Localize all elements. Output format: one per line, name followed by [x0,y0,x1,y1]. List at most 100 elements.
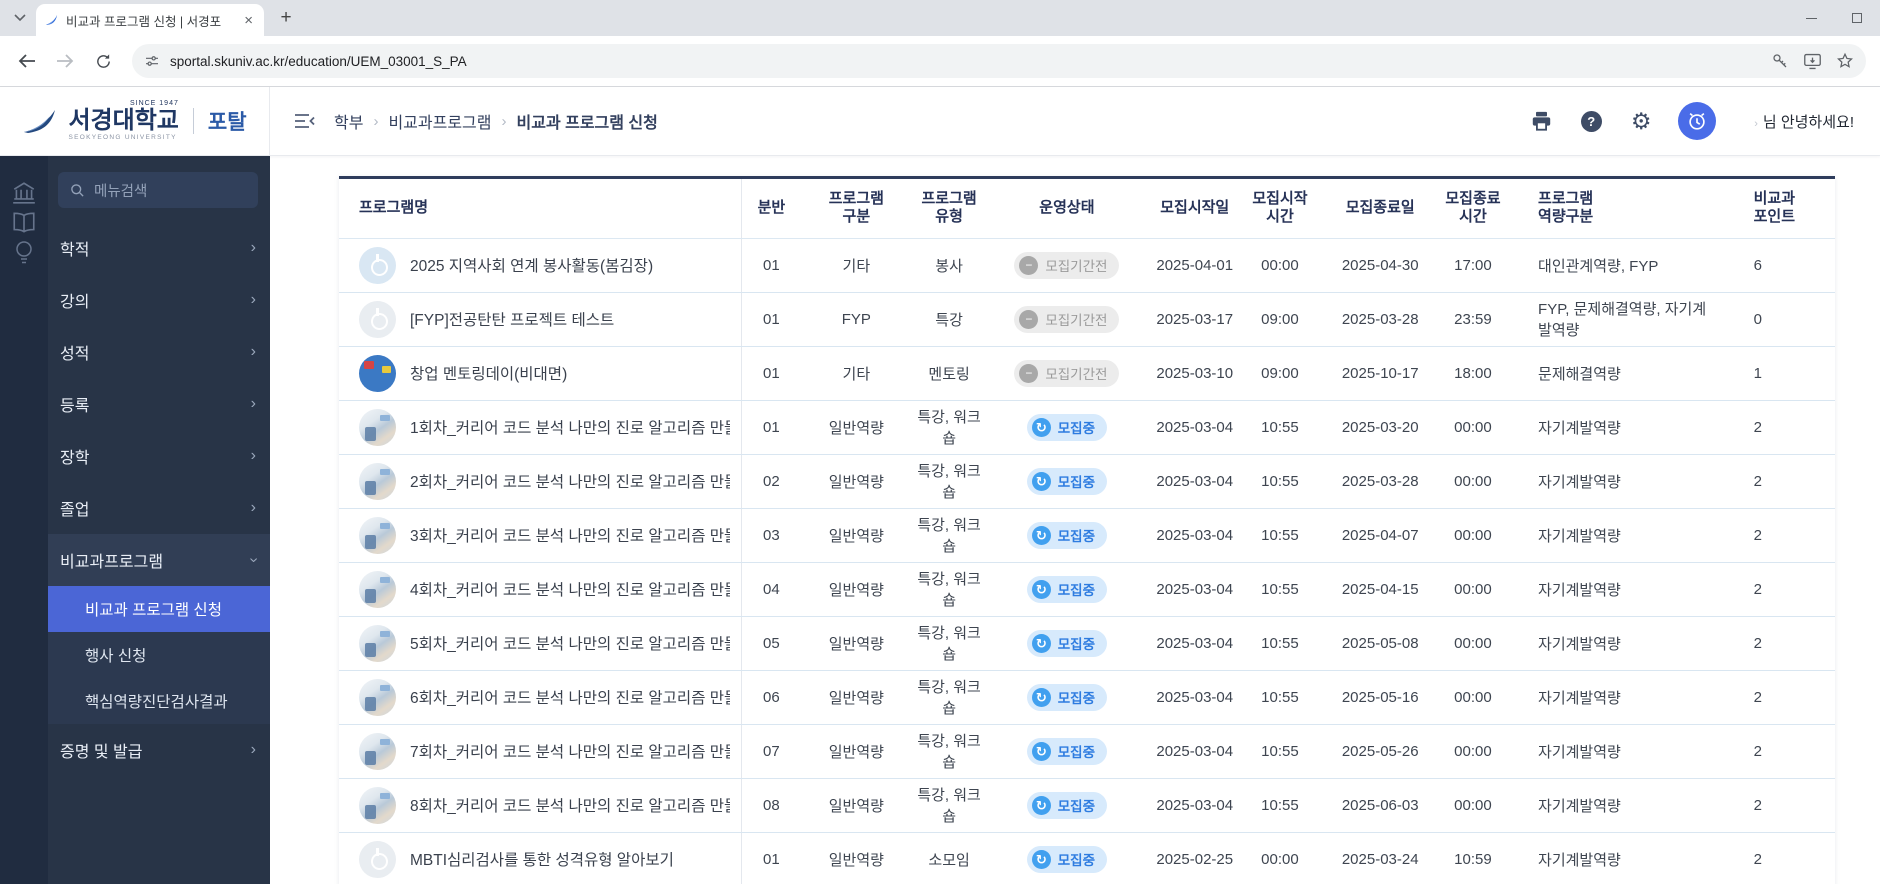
program-name-cell[interactable]: MBTI심리검사를 통한 성격유형 알아보기 [339,832,742,884]
sidebar-subitem[interactable]: 행사 신청 [48,632,270,678]
table-row[interactable]: 2025 지역사회 연계 봉사활동(봄김장) 01 기타 봉사 − 모집기간전 2025-0… [339,238,1835,293]
window-restore-button[interactable] [1834,0,1880,36]
window-minimize-button[interactable] [1788,0,1834,36]
help-icon[interactable]: ? [1578,108,1604,134]
table-row[interactable]: 2회차_커리어 코드 분석 나만의 진로 알고리즘 만들기 [E… 02일반역량특… [339,454,1835,509]
address-bar[interactable]: sportal.skuniv.ac.kr/education/UEM_03001… [132,44,1866,78]
program-name-cell[interactable]: 창업 멘토링데이(비대면) [339,346,742,401]
column-header: 모집시작 시간 [1242,179,1318,239]
tab-close-icon[interactable]: × [241,12,256,29]
recruit-start-date-cell: 2025-03-04 [1147,508,1243,563]
table-row[interactable]: 8회차_커리어 코드 분석 나만의 진로 알고리즘 만들기 [E… 08일반역량특… [339,778,1835,833]
program-name-cell[interactable]: 7회차_커리어 코드 분석 나만의 진로 알고리즘 만들기 [E… [339,724,742,779]
program-name-label: 2025 지역사회 연계 봉사활동(봄김장) [410,258,654,275]
recruit-end-time-cell: 23:59 [1442,292,1504,347]
recruit-end-date-cell: 2025-05-08 [1317,616,1443,671]
sidebar-item[interactable]: 졸업 › [48,482,270,534]
program-name-cell[interactable]: 2025 지역사회 연계 봉사활동(봄김장) [339,238,742,293]
recruit-end-date-cell: 2025-05-16 [1317,670,1443,725]
sidebar-item[interactable]: 비교과프로그램 › [48,534,270,586]
sidebar-item[interactable]: 증명 및 발급 › [48,724,270,776]
alarm-clock-button[interactable] [1678,102,1717,140]
column-header: 프로그램 유형 [911,179,987,239]
breadcrumb-item[interactable]: 학부 [334,109,363,133]
recruit-start-time-cell: 09:00 [1242,346,1318,401]
type-cell: 특강, 워크숍 [911,724,987,779]
sidebar-item[interactable]: 장학 › [48,430,270,482]
sidebar-item[interactable]: 등록 › [48,378,270,430]
program-name-cell[interactable]: 3회차_커리어 코드 분석 나만의 진로 알고리즘 만들기 [E… [339,508,742,563]
lightbulb-icon[interactable] [9,238,39,268]
bookmark-star-icon[interactable] [1836,52,1854,70]
table-row[interactable]: 3회차_커리어 코드 분석 나만의 진로 알고리즘 만들기 [E… 03일반역량특… [339,508,1835,563]
sidebar-item[interactable]: 강의 › [48,274,270,326]
recruit-end-date-cell: 2025-05-26 [1317,724,1443,779]
table-row[interactable]: 7회차_커리어 코드 분석 나만의 진로 알고리즘 만들기 [E… 07일반역량특… [339,724,1835,779]
recruit-start-date-cell: 2025-02-25 [1147,832,1243,884]
program-name-cell[interactable]: 6회차_커리어 코드 분석 나만의 진로 알고리즘 만들기 [E… [339,670,742,725]
new-tab-button[interactable]: + [272,4,300,32]
table-row[interactable]: [FYP]전공탄탄 프로젝트 테스트 01 FYP 특강 − 모집기간전 2025-03-1… [339,292,1835,347]
recruit-start-time-cell: 10:55 [1242,454,1318,509]
minus-circle-icon: − [1019,363,1039,383]
program-thumbnail [359,408,396,446]
program-name-cell[interactable]: 1회차_커리어 코드 분석 나만의 진로 알고리즘 만들기 [E… [339,400,742,455]
program-name-cell[interactable]: 2회차_커리어 코드 분석 나만의 진로 알고리즘 만들기 [E… [339,454,742,509]
recruit-end-time-cell: 00:00 [1442,778,1504,833]
password-key-icon[interactable] [1771,52,1789,70]
back-button[interactable] [10,44,44,78]
menu-search-input[interactable]: 메뉴검색 [58,172,258,208]
sidebar-section: 비교과프로그램 › 비교과 프로그램 신청 행사 신청 핵심역량진단검사결과 [48,534,270,724]
minus-circle-icon: − [1019,255,1039,275]
table-row[interactable]: 6회차_커리어 코드 분석 나만의 진로 알고리즘 만들기 [E… 06일반역량특… [339,670,1835,725]
breadcrumb-item[interactable]: 비교과프로그램 [388,109,491,133]
table-row[interactable]: 4회차_커리어 코드 분석 나만의 진로 알고리즘 만들기 [E… 04일반역량특… [339,562,1835,617]
sidebar-collapse-icon[interactable] [292,108,318,134]
university-building-icon[interactable] [9,178,39,208]
browser-tab[interactable]: 비교과 프로그램 신청 | 서경포 × [36,4,264,36]
recruit-start-time-cell: 10:55 [1242,616,1318,671]
table-row[interactable]: 5회차_커리어 코드 분석 나만의 진로 알고리즘 만들기 [E… 05일반역량특… [339,616,1835,671]
forward-button[interactable] [48,44,82,78]
table-row[interactable]: 창업 멘토링데이(비대면) 01 기타 멘토링 − 모집기간전 2025-03-10 09:0… [339,346,1835,401]
site-info-icon[interactable] [144,53,160,69]
logo-since-label: SINCE 1947 [129,100,179,108]
reload-button[interactable] [86,44,120,78]
program-thumbnail [359,246,396,284]
sidebar-subitem[interactable]: 비교과 프로그램 신청 [48,586,270,632]
recruit-end-time-cell: 00:00 [1442,454,1504,509]
program-name-label: 7회차_커리어 코드 분석 나만의 진로 알고리즘 만들기 [E… [410,744,730,761]
category-cell: 일반역량 [801,562,912,617]
status-label: 모집중 [1057,421,1096,436]
program-name-cell[interactable]: 8회차_커리어 코드 분석 나만의 진로 알고리즘 만들기 [E… [339,778,742,833]
program-name-cell[interactable]: 5회차_커리어 코드 분석 나만의 진로 알고리즘 만들기 [E… [339,616,742,671]
competency-cell: 문제해결역량 [1503,346,1719,401]
print-icon[interactable] [1528,108,1554,134]
status-badge: ↻ 모집중 [1026,575,1108,603]
sidebar-item[interactable]: 성적 › [48,326,270,378]
program-name-label: MBTI심리검사를 통한 성격유형 알아보기 [410,852,674,869]
refresh-circle-icon: ↻ [1031,795,1051,815]
program-name-cell[interactable]: [FYP]전공탄탄 프로젝트 테스트 [339,292,742,347]
competency-cell: 자기계발역량 [1503,724,1719,779]
install-app-icon[interactable] [1803,53,1822,70]
table-row[interactable]: 1회차_커리어 코드 분석 나만의 진로 알고리즘 만들기 [E… 01일반역량특… [339,400,1835,455]
competency-cell: FYP, 문제해결역량, 자기계발역량 [1503,292,1719,347]
program-thumbnail [359,624,396,662]
points-cell: 1 [1718,346,1835,401]
tab-search-icon[interactable] [6,4,34,32]
sidebar-subitem[interactable]: 핵심역량진단검사결과 [48,678,270,724]
breadcrumb-item[interactable]: 비교과 프로그램 신청 [517,109,658,133]
table-row[interactable]: MBTI심리검사를 통한 성격유형 알아보기 01 일반역량 소모임 ↻ 모집중 2025-… [339,832,1835,884]
university-logo[interactable]: SINCE 1947 서경대학교 SEOKYEONG UNIVERSITY 포탈 [0,87,270,155]
status-label: 모집중 [1057,529,1096,544]
program-name-cell[interactable]: 4회차_커리어 코드 분석 나만의 진로 알고리즘 만들기 [E… [339,562,742,617]
sidebar-menu: 학적 › 강의 › 성적 › 등록 › 장학 › 졸업 › 비교과프로그램 › 비교과 프로그램 신청 행사 … [48,222,270,776]
settings-gear-icon[interactable]: ⚙ [1628,108,1654,134]
sidebar-item[interactable]: 학적 › [48,222,270,274]
library-book-icon[interactable] [9,208,39,238]
recruit-end-time-cell: 00:00 [1442,508,1504,563]
refresh-circle-icon: ↻ [1031,579,1051,599]
category-cell: 기타 [801,346,912,401]
type-cell: 소모임 [911,832,987,884]
